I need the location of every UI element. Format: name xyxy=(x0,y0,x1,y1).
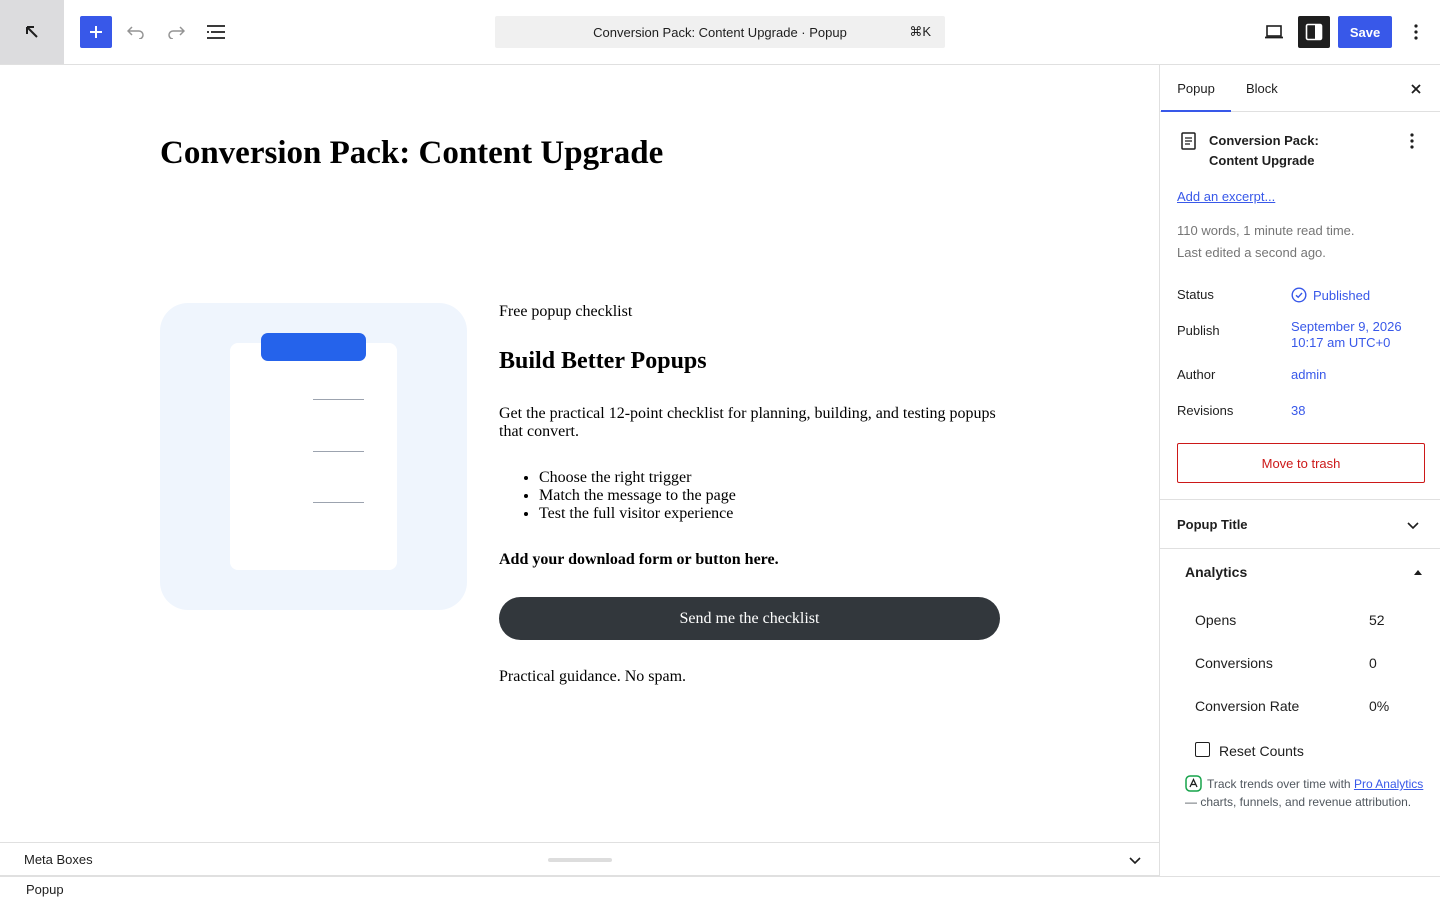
plus-icon xyxy=(90,26,102,38)
list-view-icon xyxy=(207,25,225,39)
undo-button[interactable] xyxy=(120,16,152,48)
form-placeholder-note[interactable]: Add your download form or button here. xyxy=(499,551,779,569)
undo-icon xyxy=(127,26,144,39)
opens-value: 52 xyxy=(1369,612,1385,628)
checklist-line xyxy=(313,451,364,452)
meta-boxes-panel[interactable]: Meta Boxes xyxy=(0,842,1159,876)
active-tab-indicator xyxy=(1161,110,1231,112)
eyebrow-text[interactable]: Free popup checklist xyxy=(499,303,632,321)
status-value[interactable]: Published xyxy=(1291,287,1370,304)
resize-handle[interactable] xyxy=(548,858,612,862)
chevron-down-icon[interactable] xyxy=(1127,852,1143,868)
vertical-ellipsis-icon[interactable] xyxy=(1402,131,1422,151)
popup-description[interactable]: Get the practical 12-point checklist for… xyxy=(499,405,1000,441)
panel-divider xyxy=(1160,499,1440,500)
sidebar-tabs: Popup Block xyxy=(1160,65,1440,112)
popup-title-panel[interactable]: Popup Title xyxy=(1177,517,1248,532)
popup-headline[interactable]: Build Better Popups xyxy=(499,348,707,375)
publish-label: Publish xyxy=(1177,323,1220,338)
editor-toolbar: Conversion Pack: Content Upgrade · Popup… xyxy=(0,0,1440,65)
redo-icon xyxy=(168,26,185,39)
document-title: Conversion Pack: Content Upgrade xyxy=(1209,133,1319,168)
status-text: Published xyxy=(1313,288,1371,303)
check-circle-icon xyxy=(1291,287,1307,303)
promo-suffix: — charts, funnels, and revenue attributi… xyxy=(1185,795,1412,809)
checklist-line xyxy=(313,502,364,503)
conversion-rate-value: 0% xyxy=(1369,698,1390,714)
publish-date-value[interactable]: September 9, 2026 10:17 am UTC+0 xyxy=(1291,319,1402,351)
save-button[interactable]: Save xyxy=(1338,16,1392,48)
document-icon xyxy=(1181,132,1196,150)
pro-analytics-promo: Track trends over time with Pro Analytic… xyxy=(1185,775,1425,811)
back-button[interactable] xyxy=(0,0,64,64)
tab-block[interactable]: Block xyxy=(1246,65,1278,112)
command-shortcut: ⌘K xyxy=(909,24,931,39)
send-checklist-button[interactable]: Send me the checklist xyxy=(499,597,1000,640)
arrow-up-left-icon xyxy=(26,26,38,38)
settings-sidebar-toggle[interactable] xyxy=(1298,16,1330,48)
reset-counts-checkbox[interactable] xyxy=(1195,742,1210,757)
last-edited-text: Last edited a second ago. xyxy=(1177,245,1326,260)
command-palette-bar[interactable]: Conversion Pack: Content Upgrade · Popup… xyxy=(495,16,945,48)
panel-divider xyxy=(1160,548,1440,549)
close-icon[interactable] xyxy=(1406,79,1426,99)
opens-label: Opens xyxy=(1195,612,1237,628)
editor-canvas: Conversion Pack: Content Upgrade Free po… xyxy=(0,65,1159,842)
conversions-label: Conversions xyxy=(1195,655,1273,671)
block-breadcrumb-bar: Popup xyxy=(0,876,1440,900)
checklist-illustration[interactable] xyxy=(160,303,467,610)
promo-prefix: Track trends over time with xyxy=(1207,777,1354,791)
add-excerpt-link[interactable]: Add an excerpt... xyxy=(1177,189,1275,204)
laptop-icon xyxy=(1265,25,1283,39)
options-button[interactable] xyxy=(1400,16,1432,48)
author-label: Author xyxy=(1177,367,1216,382)
conversion-rate-label: Conversion Rate xyxy=(1195,698,1300,714)
publish-date: September 9, 2026 xyxy=(1291,319,1402,334)
list-item: Match the message to the page xyxy=(539,487,736,505)
preview-button[interactable] xyxy=(1258,16,1290,48)
footnote-text[interactable]: Practical guidance. No spam. xyxy=(499,668,686,686)
analytics-panel-title[interactable]: Analytics xyxy=(1185,564,1247,580)
word-count-text: 110 words, 1 minute read time. xyxy=(1177,223,1355,238)
document-title-label: Conversion Pack: Content Upgrade · Popup xyxy=(593,24,847,40)
revisions-value[interactable]: 38 xyxy=(1291,403,1305,419)
caret-up-icon[interactable] xyxy=(1413,567,1423,577)
checklist-line xyxy=(313,399,364,400)
publish-time: 10:17 am UTC+0 xyxy=(1291,335,1391,350)
revisions-label: Revisions xyxy=(1177,403,1234,418)
meta-boxes-label: Meta Boxes xyxy=(24,852,93,867)
author-value[interactable]: admin xyxy=(1291,367,1326,383)
reset-counts-label[interactable]: Reset Counts xyxy=(1219,743,1304,759)
post-title[interactable]: Conversion Pack: Content Upgrade xyxy=(160,135,663,172)
chevron-down-icon[interactable] xyxy=(1405,517,1421,533)
move-to-trash-button[interactable]: Move to trash xyxy=(1177,443,1425,483)
tab-popup[interactable]: Popup xyxy=(1161,65,1231,112)
document-overview-button[interactable] xyxy=(200,16,232,48)
settings-sidebar: Popup Block Conversion Pack: Content Upg… xyxy=(1159,65,1440,876)
pro-analytics-link[interactable]: Pro Analytics xyxy=(1354,777,1423,791)
breadcrumb[interactable]: Popup xyxy=(26,882,64,897)
vertical-ellipsis-icon xyxy=(1414,24,1418,40)
add-block-button[interactable] xyxy=(80,16,112,48)
conversions-value: 0 xyxy=(1369,655,1377,671)
clipboard-clip xyxy=(261,333,366,361)
analytics-logo-icon xyxy=(1185,775,1202,792)
status-label: Status xyxy=(1177,287,1214,302)
benefit-list[interactable]: Choose the right trigger Match the messa… xyxy=(539,469,736,523)
clipboard-illustration xyxy=(230,343,397,570)
sidebar-icon xyxy=(1305,23,1323,41)
list-item: Choose the right trigger xyxy=(539,469,736,487)
list-item: Test the full visitor experience xyxy=(539,505,736,523)
redo-button[interactable] xyxy=(160,16,192,48)
